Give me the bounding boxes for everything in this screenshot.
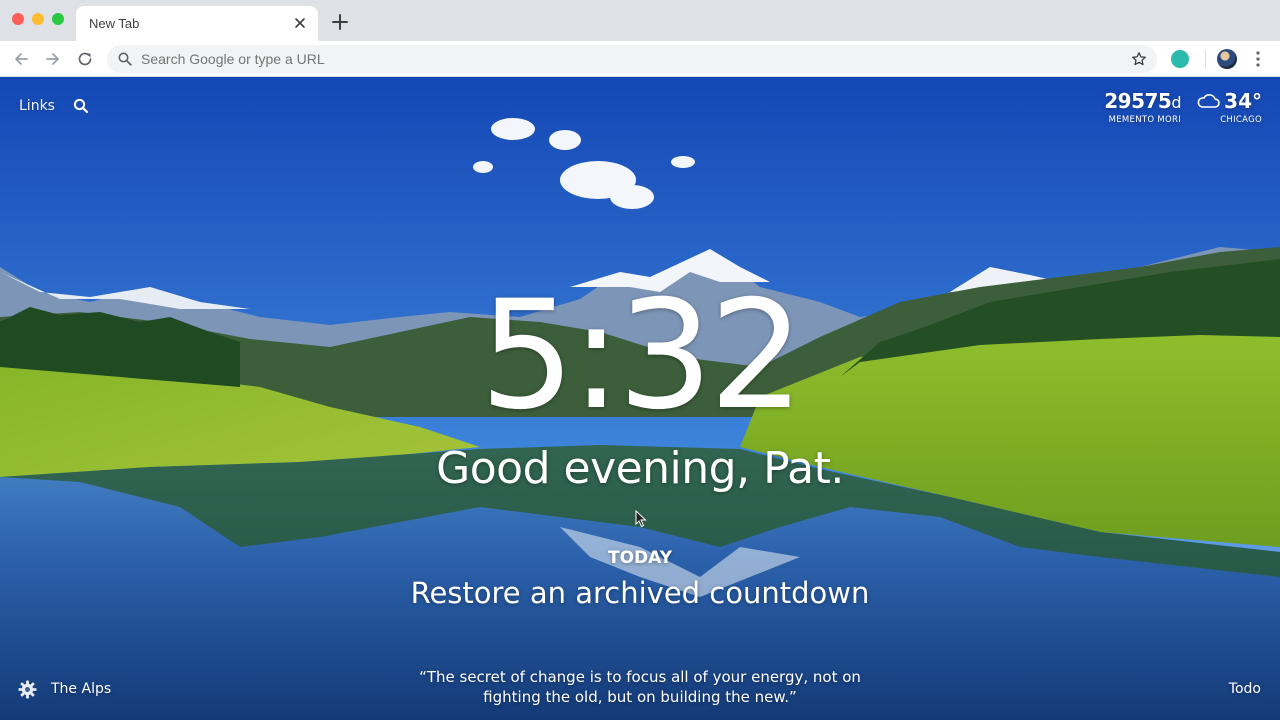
close-icon[interactable] <box>292 15 308 31</box>
reload-icon[interactable] <box>75 49 95 69</box>
forward-arrow-icon[interactable] <box>43 49 63 69</box>
close-window-button[interactable] <box>12 13 24 25</box>
profile-avatar[interactable] <box>1217 49 1237 69</box>
focus-text[interactable]: Restore an archived countdown <box>0 576 1280 610</box>
tab-strip: New Tab <box>0 0 1280 41</box>
mouse-cursor-icon <box>635 510 647 528</box>
back-arrow-icon[interactable] <box>11 49 31 69</box>
search-icon[interactable] <box>73 98 89 114</box>
cloud-icon <box>1197 94 1220 108</box>
tab-new-tab[interactable]: New Tab <box>76 6 318 41</box>
memento-mori-widget[interactable]: 29575d MEMENTO MORI <box>1104 89 1181 125</box>
photo-location[interactable]: The Alps <box>51 681 111 697</box>
minimize-window-button[interactable] <box>32 13 44 25</box>
tab-title: New Tab <box>89 16 140 31</box>
extension-icon[interactable] <box>1171 50 1189 68</box>
momentum-dashboard: Links 29575d MEMENTO MORI 34° CHICAGO 5:… <box>0 77 1280 720</box>
daily-quote[interactable]: “The secret of change is to focus all of… <box>400 667 880 707</box>
menu-kebab-icon[interactable] <box>1252 49 1264 69</box>
memento-count: 29575d <box>1104 89 1181 113</box>
new-tab-button[interactable] <box>330 12 350 32</box>
weather-widget[interactable]: 34° CHICAGO <box>1196 89 1262 125</box>
focus-heading: TODAY <box>608 548 672 568</box>
bookmark-star-icon[interactable] <box>1131 51 1147 67</box>
todo-button[interactable]: Todo <box>1229 681 1261 697</box>
search-icon <box>118 52 132 66</box>
toolbar-divider <box>1205 50 1206 68</box>
gear-icon[interactable] <box>18 680 37 699</box>
weather-temperature: 34° <box>1224 89 1262 113</box>
weather-city: CHICAGO <box>1220 115 1262 125</box>
omnibox-input[interactable] <box>141 51 1091 67</box>
links-button[interactable]: Links <box>19 98 55 114</box>
address-bar[interactable] <box>107 45 1157 73</box>
greeting[interactable]: Good evening, Pat. <box>0 443 1280 494</box>
browser-toolbar <box>0 41 1280 77</box>
clock[interactable]: 5:32 <box>0 281 1280 431</box>
maximize-window-button[interactable] <box>52 13 64 25</box>
memento-label: MEMENTO MORI <box>1108 115 1181 125</box>
